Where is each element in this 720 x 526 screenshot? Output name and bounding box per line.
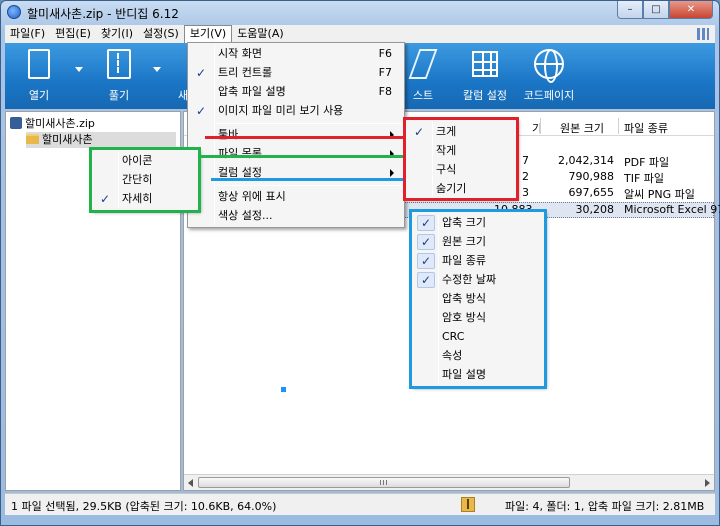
menu-item-col-modified-date[interactable]: ✓ 수정한 날짜: [414, 271, 542, 289]
menu-item-always-on-top[interactable]: 항상 위에 표시: [190, 188, 402, 206]
menu-help[interactable]: 도움말(A): [232, 25, 288, 43]
menu-file[interactable]: 파일(F): [5, 25, 50, 43]
menu-item-toolbar-large[interactable]: ✓ 크게: [408, 123, 514, 141]
toolbar-submenu: ✓ 크게 작게 구식 숨기기: [405, 119, 517, 199]
menu-item-file-list[interactable]: 파일 목록: [190, 145, 402, 163]
menu-item-col-crc[interactable]: CRC: [414, 328, 542, 346]
open-file-icon: [24, 49, 54, 81]
codepage-label: 코드페이지: [523, 89, 575, 102]
check-icon: ✓: [196, 104, 207, 118]
annotation-red-line: [205, 136, 405, 139]
extract-button-label: 풀기: [108, 89, 130, 102]
close-button[interactable]: ✕: [669, 1, 713, 19]
archive-status-icon: [461, 497, 475, 512]
tree-folder-label: 할미새사촌: [42, 133, 93, 146]
menu-item-image-preview[interactable]: ✓ 이미지 파일 미리 보기 사용: [190, 102, 402, 120]
bolt-icon: [408, 49, 438, 81]
zip-extract-icon: [104, 49, 134, 81]
app-window: 할미새사촌.zip - 반디집 6.12 – □ ✕ 파일(F) 편집(E) 찾…: [0, 0, 720, 526]
status-selection: 1 파일 선택됨, 29.5KB (압축된 크기: 10.6KB, 64.0%): [11, 500, 277, 513]
horizontal-scrollbar[interactable]: [184, 474, 714, 490]
menu-item-col-method[interactable]: 압축 방식: [414, 290, 542, 308]
col-header-file-type[interactable]: 파일 종류: [624, 120, 668, 136]
check-icon: ✓: [417, 215, 435, 231]
menu-item-col-encryption[interactable]: 암호 방식: [414, 309, 542, 327]
column-settings-label: 칼럼 설정: [463, 89, 507, 102]
column-settings-submenu: ✓ 압축 크기 ✓ 원본 크기 ✓ 파일 종류 ✓ 수정한 날짜 압축 방식 암…: [411, 211, 545, 387]
menu-item-col-original-size[interactable]: ✓ 원본 크기: [414, 233, 542, 251]
check-icon: ✓: [417, 272, 435, 288]
check-icon: ✓: [417, 234, 435, 250]
codepage-button[interactable]: 코드페이지: [519, 49, 579, 103]
menu-item-toolbar-classic[interactable]: 구식: [408, 161, 514, 179]
check-icon: ✓: [417, 253, 435, 269]
menu-item-archive-comment[interactable]: 압축 파일 설명 F8: [190, 83, 402, 101]
menu-item-col-attributes[interactable]: 속성: [414, 347, 542, 365]
menu-item-toolbar[interactable]: 툴바: [190, 126, 402, 144]
menu-item-details-view[interactable]: ✓ 자세히: [94, 190, 196, 208]
menu-item-start-screen[interactable]: 시작 화면 F6: [190, 45, 402, 63]
annotation-green-line: [201, 155, 403, 158]
col-header-original-size[interactable]: 원본 크기: [560, 120, 604, 136]
scroll-grip-icon: [380, 480, 388, 485]
menu-item-toolbar-hide[interactable]: 숨기기: [408, 180, 514, 198]
grid-icon: [470, 49, 500, 81]
tree-root-label: 할미새사촌.zip: [25, 117, 95, 130]
status-archive-info: 파일: 4, 폴더: 1, 압축 파일 크기: 2.81MB: [505, 500, 705, 513]
window-title: 할미새사촌.zip - 반디집 6.12: [27, 7, 179, 21]
menu-item-toolbar-small[interactable]: 작게: [408, 142, 514, 160]
folder-icon: [26, 134, 39, 144]
menu-bar: 파일(F) 편집(E) 찾기(I) 설정(S) 보기(V) 도움말(A): [5, 25, 715, 43]
open-button[interactable]: 열기: [9, 49, 69, 103]
annotation-blue-line: [211, 178, 403, 181]
scroll-left-icon[interactable]: [188, 479, 193, 487]
submenu-arrow-icon: [390, 169, 394, 177]
menu-view[interactable]: 보기(V): [183, 25, 233, 43]
menu-item-icon-view[interactable]: 아이콘: [94, 152, 196, 170]
globe-icon: [534, 49, 564, 83]
column-settings-button[interactable]: 칼럼 설정: [455, 49, 515, 103]
scroll-right-icon[interactable]: [705, 479, 710, 487]
extract-button[interactable]: 풀기: [89, 49, 149, 103]
menu-item-col-file-type[interactable]: ✓ 파일 종류: [414, 252, 542, 270]
title-bar: 할미새사촌.zip - 반디집 6.12 – □ ✕: [1, 1, 719, 23]
file-list-submenu: 아이콘 간단히 ✓ 자세히: [91, 149, 199, 211]
extract-dropdown-icon[interactable]: [153, 67, 161, 72]
layout-grid-icon[interactable]: [697, 28, 709, 40]
tree-root[interactable]: 할미새사촌.zip: [10, 116, 95, 132]
focus-marker: [281, 387, 286, 392]
check-icon: ✓: [414, 125, 425, 139]
check-icon: ✓: [196, 66, 207, 80]
menu-item-color-settings[interactable]: 색상 설정...: [190, 207, 402, 225]
open-dropdown-icon[interactable]: [75, 67, 83, 72]
menu-edit[interactable]: 편집(E): [50, 25, 96, 43]
menu-item-list-view[interactable]: 간단히: [94, 171, 196, 189]
view-menu: 시작 화면 F6 ✓ 트리 컨트롤 F7 압축 파일 설명 F8 ✓ 이미지 파…: [187, 42, 405, 228]
status-bar: 1 파일 선택됨, 29.5KB (압축된 크기: 10.6KB, 64.0%)…: [5, 493, 715, 515]
menu-item-col-comment[interactable]: 파일 설명: [414, 366, 542, 384]
check-icon: ✓: [100, 192, 111, 206]
bandizip-app-icon[interactable]: [7, 5, 21, 19]
open-button-label: 열기: [28, 89, 50, 102]
menu-item-tree-control[interactable]: ✓ 트리 컨트롤 F7: [190, 64, 402, 82]
menu-settings[interactable]: 설정(S): [138, 25, 184, 43]
tree-folder[interactable]: 할미새사촌: [26, 132, 176, 148]
maximize-button[interactable]: □: [643, 1, 669, 19]
minimize-button[interactable]: –: [617, 1, 643, 19]
zip-file-icon: [10, 117, 22, 129]
menu-find[interactable]: 찾기(I): [96, 25, 138, 43]
menu-item-col-packed-size[interactable]: ✓ 압축 크기: [414, 214, 542, 232]
window-controls: – □ ✕: [617, 1, 713, 19]
